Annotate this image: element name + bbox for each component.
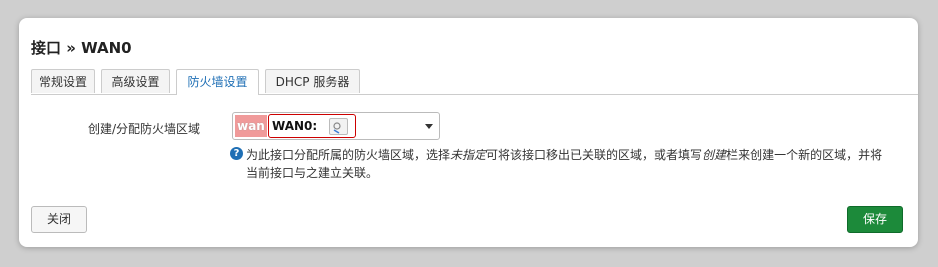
network-port-icon (329, 118, 348, 135)
firewall-zone-select[interactable]: wan WAN0: (232, 112, 440, 140)
tab-dhcp-server[interactable]: DHCP 服务器 (265, 69, 360, 93)
help-text: 为此接口分配所属的防火墙区域，选择未指定可将该接口移出已关联的区域，或者填写创建… (246, 148, 883, 180)
firewall-zone-label: 创建/分配防火墙区域 (88, 122, 201, 136)
zone-network-tag: WAN0: (268, 114, 356, 138)
tab-firewall[interactable]: 防火墙设置 (176, 69, 259, 95)
question-icon: ? (230, 147, 243, 160)
tab-bar: 常规设置 高级设置 防火墙设置 DHCP 服务器 (31, 69, 918, 95)
zone-network-label: WAN0: (272, 119, 318, 133)
modal-title: 接口 » WAN0 (31, 39, 132, 57)
tab-advanced[interactable]: 高级设置 (101, 69, 170, 93)
zone-badge-wan: wan (235, 115, 267, 137)
save-button[interactable]: 保存 (847, 206, 903, 233)
interface-modal: 接口 » WAN0 常规设置 高级设置 防火墙设置 DHCP 服务器 创建/分配… (19, 18, 918, 247)
close-button[interactable]: 关闭 (31, 206, 87, 233)
tab-general[interactable]: 常规设置 (31, 69, 95, 93)
chevron-down-icon[interactable] (425, 124, 433, 129)
